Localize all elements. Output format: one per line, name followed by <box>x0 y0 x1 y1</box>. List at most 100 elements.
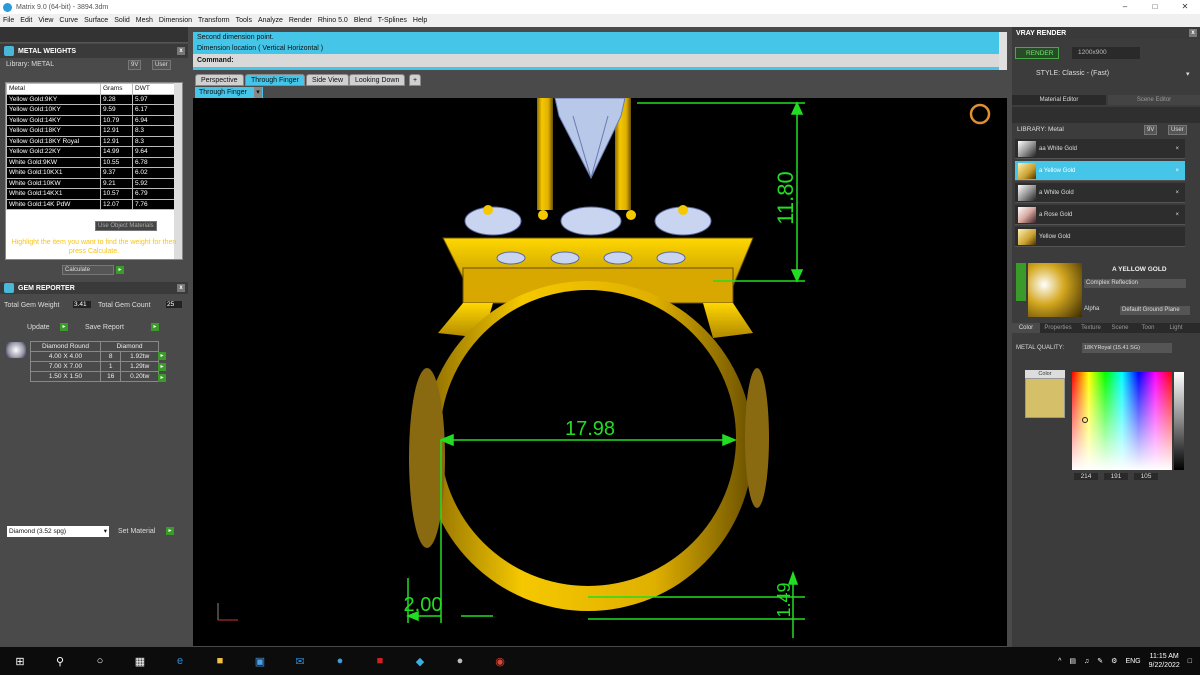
color-swatch[interactable] <box>1025 378 1065 418</box>
menu-blend[interactable]: Blend <box>351 17 375 24</box>
table-row[interactable]: 4.00 X 4.00 8 1.92tw <box>30 351 159 362</box>
menu-edit[interactable]: Edit <box>17 17 35 24</box>
file-explorer-icon[interactable]: ■ <box>200 647 240 675</box>
task-view-icon[interactable]: ▦ <box>120 647 160 675</box>
table-row[interactable]: 7.00 X 7.00 1 1.29tw <box>30 361 159 372</box>
menu-dimension[interactable]: Dimension <box>156 17 195 24</box>
menu-file[interactable]: File <box>0 17 17 24</box>
material-item[interactable]: a Rose Gold × <box>1015 205 1185 225</box>
table-row[interactable]: Yellow Gold:18KY Royal 12.91 8.3 <box>6 135 176 147</box>
cortana-icon[interactable]: ○ <box>80 647 120 675</box>
metal-quality-select[interactable]: 18KYRoyal (15.41 SG) <box>1082 343 1172 353</box>
column-dwt[interactable]: DWT <box>132 83 176 95</box>
table-scrollbar[interactable] <box>174 83 182 259</box>
edge-icon[interactable]: e <box>160 647 200 675</box>
set-material-button[interactable]: Set Material <box>118 528 155 535</box>
tab-toon[interactable]: Toon <box>1134 323 1162 333</box>
command-input[interactable]: Command: <box>193 54 1007 67</box>
menu-tools[interactable]: Tools <box>233 17 255 24</box>
save-report-arrow-icon[interactable]: ▸ <box>151 323 159 331</box>
search-icon[interactable]: ⚲ <box>40 647 80 675</box>
tab-scene-editor[interactable]: Scene Editor <box>1108 95 1200 105</box>
tab-texture[interactable]: Texture <box>1076 323 1106 333</box>
material-item[interactable]: a Yellow Gold × <box>1015 161 1185 181</box>
pen-icon[interactable]: ✎ <box>1097 657 1103 665</box>
library-9v-button[interactable]: 9V <box>128 60 142 70</box>
render-controls[interactable] <box>1144 47 1196 59</box>
tab-through-finger[interactable]: Through Finger <box>245 74 305 86</box>
table-row[interactable]: White Gold:14KX1 10.57 6.79 <box>6 188 176 200</box>
row-arrow-icon[interactable]: ▸ <box>158 363 166 371</box>
menu-solid[interactable]: Solid <box>111 17 133 24</box>
close-icon[interactable]: × <box>1175 212 1179 218</box>
update-button[interactable]: Update <box>27 324 50 331</box>
command-scrollbar[interactable] <box>999 32 1007 70</box>
menu-curve[interactable]: Curve <box>56 17 81 24</box>
close-icon[interactable]: × <box>1175 168 1179 174</box>
tab-material-editor[interactable]: Material Editor <box>1012 95 1106 105</box>
notifications-icon[interactable]: □ <box>1188 658 1192 665</box>
material-select[interactable]: Diamond (3.52 spg) ▾ <box>7 526 109 537</box>
close-icon[interactable]: × <box>1175 146 1179 152</box>
app-icon[interactable]: ◆ <box>400 647 440 675</box>
collapse-handle[interactable] <box>1016 263 1026 301</box>
menu-tsplines[interactable]: T-Splines <box>375 17 410 24</box>
update-arrow-icon[interactable]: ▸ <box>60 323 68 331</box>
table-row[interactable]: White Gold:14K PdW 12.07 7.76 <box>6 198 176 210</box>
material-item[interactable]: Yellow Gold <box>1015 227 1185 247</box>
material-item[interactable]: a White Gold × <box>1015 183 1185 203</box>
network-icon[interactable]: ▤ <box>1069 657 1076 665</box>
viewport-3d[interactable]: 11.80 17.98 2.00 1.49 <box>193 97 1007 646</box>
settings-icon[interactable]: ⚙ <box>1111 657 1117 665</box>
tab-light[interactable]: Light <box>1162 323 1190 333</box>
calculate-arrow-icon[interactable]: ▸ <box>116 266 124 274</box>
library-9v-button[interactable]: 9V <box>1144 125 1158 135</box>
table-row[interactable]: White Gold:10KW 9.21 5.92 <box>6 177 176 189</box>
table-row[interactable]: 1.50 X 1.50 16 0.20tw <box>30 371 159 382</box>
column-grams[interactable]: Grams <box>100 83 133 95</box>
row-arrow-icon[interactable]: ▸ <box>158 374 166 382</box>
row-arrow-icon[interactable]: ▸ <box>158 352 166 360</box>
use-object-materials-checkbox[interactable]: Use Object Materials <box>95 221 157 231</box>
mail-icon[interactable]: ✉ <box>280 647 320 675</box>
material-item[interactable]: aa White Gold × <box>1015 139 1185 159</box>
table-row[interactable]: Yellow Gold:22KY 14.99 9.64 <box>6 146 176 158</box>
set-material-arrow-icon[interactable]: ▸ <box>166 527 174 535</box>
menu-help[interactable]: Help <box>410 17 430 24</box>
app-icon[interactable]: ● <box>440 647 480 675</box>
table-row[interactable]: White Gold:9KW 10.55 6.78 <box>6 156 176 168</box>
table-row[interactable]: Yellow Gold:9KY 9.28 5.97 <box>6 93 176 105</box>
language-indicator[interactable]: ENG <box>1125 658 1140 665</box>
close-icon[interactable]: x <box>1189 29 1197 37</box>
maximize-button[interactable]: □ <box>1140 0 1170 14</box>
viewport-label[interactable]: Through Finger ▾ <box>195 87 263 98</box>
style-select[interactable]: STYLE: Classic - (Fast) <box>1036 70 1109 77</box>
menu-analyze[interactable]: Analyze <box>255 17 286 24</box>
menu-rhino[interactable]: Rhino 5.0 <box>315 17 351 24</box>
menu-render[interactable]: Render <box>286 17 315 24</box>
menu-surface[interactable]: Surface <box>81 17 111 24</box>
table-row[interactable]: Yellow Gold:14KY 10.79 6.94 <box>6 114 176 126</box>
table-row[interactable]: Yellow Gold:18KY 12.91 8.3 <box>6 125 176 137</box>
chevron-up-icon[interactable]: ^ <box>1058 658 1061 665</box>
save-report-button[interactable]: Save Report <box>85 324 124 331</box>
windows-start-icon[interactable]: ⊞ <box>0 647 40 675</box>
chrome-icon[interactable]: ◉ <box>480 647 520 675</box>
menu-transform[interactable]: Transform <box>195 17 233 24</box>
tab-color[interactable]: Color <box>1012 323 1040 333</box>
tab-side-view[interactable]: Side View <box>306 74 350 86</box>
close-icon[interactable]: × <box>1175 190 1179 196</box>
tab-scene[interactable]: Scene <box>1106 323 1134 333</box>
tab-looking-down[interactable]: Looking Down <box>349 74 406 86</box>
volume-icon[interactable]: ♫ <box>1084 658 1089 665</box>
clock[interactable]: 11:15 AM 9/22/2022 <box>1149 652 1180 670</box>
blue-value[interactable]: 105 <box>1134 473 1158 480</box>
calculate-button[interactable]: Calculate <box>62 265 114 275</box>
color-picker-spectrum[interactable] <box>1072 372 1172 470</box>
reflection-select[interactable]: Complex Reflection <box>1084 279 1186 288</box>
library-user-button[interactable]: User <box>1168 125 1187 135</box>
close-icon[interactable]: x <box>177 284 185 292</box>
close-button[interactable]: ✕ <box>1170 0 1200 14</box>
matrix-app-icon[interactable]: ● <box>320 647 360 675</box>
render-button[interactable]: RENDER <box>1015 47 1059 59</box>
